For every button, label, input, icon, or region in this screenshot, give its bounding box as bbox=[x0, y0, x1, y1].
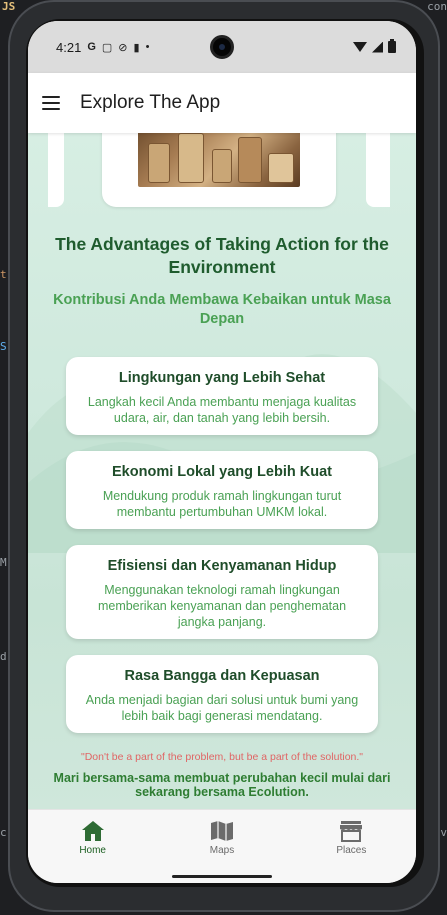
benefit-card[interactable]: Efisiensi dan Kenyamanan Hidup Menggunak… bbox=[66, 545, 378, 639]
benefit-card[interactable]: Rasa Bangga dan Kepuasan Anda menjadi ba… bbox=[66, 655, 378, 733]
benefit-card-title: Rasa Bangga dan Kepuasan bbox=[124, 668, 320, 684]
nav-label: Home bbox=[79, 844, 106, 856]
benefit-card[interactable]: Lingkungan yang Lebih Sehat Langkah keci… bbox=[66, 357, 378, 435]
benefit-card-title: Efisiensi dan Kenyamanan Hidup bbox=[107, 558, 337, 574]
benefit-card-text: Mendukung produk ramah lingkungan turut … bbox=[102, 489, 342, 519]
gesture-handle[interactable] bbox=[172, 875, 272, 878]
shield-icon: ⊘ bbox=[118, 41, 128, 54]
main-content[interactable]: The Advantages of Taking Action for the … bbox=[28, 133, 416, 809]
eco-products-image bbox=[138, 133, 300, 187]
benefit-card-text: Langkah kecil Anda membantu menjaga kual… bbox=[87, 395, 357, 425]
carousel-card-center[interactable] bbox=[102, 133, 336, 207]
nav-maps[interactable]: Maps bbox=[157, 810, 286, 865]
app-screen: 4:21 G ▢ ⊘ ▮ • Explore The App The Advan… bbox=[28, 21, 416, 883]
editor-fragment: S bbox=[0, 340, 7, 353]
app-title: Explore The App bbox=[80, 92, 221, 113]
sdcard-icon: ▮ bbox=[133, 41, 140, 54]
phone-bezel: 4:21 G ▢ ⊘ ▮ • Explore The App The Advan… bbox=[26, 19, 424, 887]
app-bar: Explore The App bbox=[28, 73, 416, 133]
closing-text: Mari bersama-sama membuat perubahan keci… bbox=[53, 771, 391, 799]
editor-file-label: JS bbox=[2, 0, 16, 13]
editor-fragment: d bbox=[0, 650, 7, 663]
benefit-card-text: Anda menjadi bagian dari solusi untuk bu… bbox=[85, 693, 359, 723]
signal-icon bbox=[372, 41, 383, 53]
carousel-card-right[interactable] bbox=[366, 133, 390, 207]
dot-icon: • bbox=[145, 41, 150, 53]
carousel-card-left[interactable] bbox=[48, 133, 64, 207]
editor-fragment: c bbox=[0, 826, 7, 839]
benefit-card[interactable]: Ekonomi Lokal yang Lebih Kuat Mendukung … bbox=[66, 451, 378, 529]
front-camera bbox=[210, 35, 234, 59]
nav-label: Maps bbox=[209, 844, 235, 856]
battery-icon bbox=[388, 39, 396, 53]
screenshot-icon: ▢ bbox=[101, 41, 113, 54]
editor-fragment: con bbox=[427, 0, 447, 13]
status-time: 4:21 bbox=[56, 39, 82, 55]
hamburger-menu-icon[interactable] bbox=[42, 96, 60, 110]
section-subtitle: Kontribusi Anda Membawa Kebaikan untuk M… bbox=[53, 292, 391, 327]
status-right bbox=[353, 39, 396, 53]
editor-fragment: t bbox=[0, 268, 7, 281]
bottom-navigation: Home Maps Places bbox=[28, 809, 416, 865]
nav-label: Places bbox=[336, 844, 367, 856]
store-icon bbox=[340, 820, 363, 842]
quote-text: "Don't be a part of the problem, but be … bbox=[80, 751, 364, 763]
wifi-icon bbox=[353, 42, 367, 52]
nav-places[interactable]: Places bbox=[287, 810, 416, 865]
home-icon bbox=[81, 820, 104, 841]
nav-home[interactable]: Home bbox=[28, 810, 157, 865]
phone-frame: 4:21 G ▢ ⊘ ▮ • Explore The App The Advan… bbox=[8, 0, 440, 912]
editor-fragment: M bbox=[0, 556, 7, 569]
gesture-area bbox=[28, 865, 416, 883]
status-left: 4:21 G ▢ ⊘ ▮ • bbox=[56, 40, 149, 55]
benefit-card-title: Lingkungan yang Lebih Sehat bbox=[118, 370, 326, 386]
map-icon bbox=[210, 820, 233, 841]
google-icon: G bbox=[87, 41, 96, 53]
benefit-card-text: Menggunakan teknologi ramah lingkungan m… bbox=[97, 583, 347, 629]
section-title: The Advantages of Taking Action for the … bbox=[55, 234, 389, 277]
benefit-card-title: Ekonomi Lokal yang Lebih Kuat bbox=[112, 464, 332, 480]
status-bar: 4:21 G ▢ ⊘ ▮ • bbox=[28, 21, 416, 73]
